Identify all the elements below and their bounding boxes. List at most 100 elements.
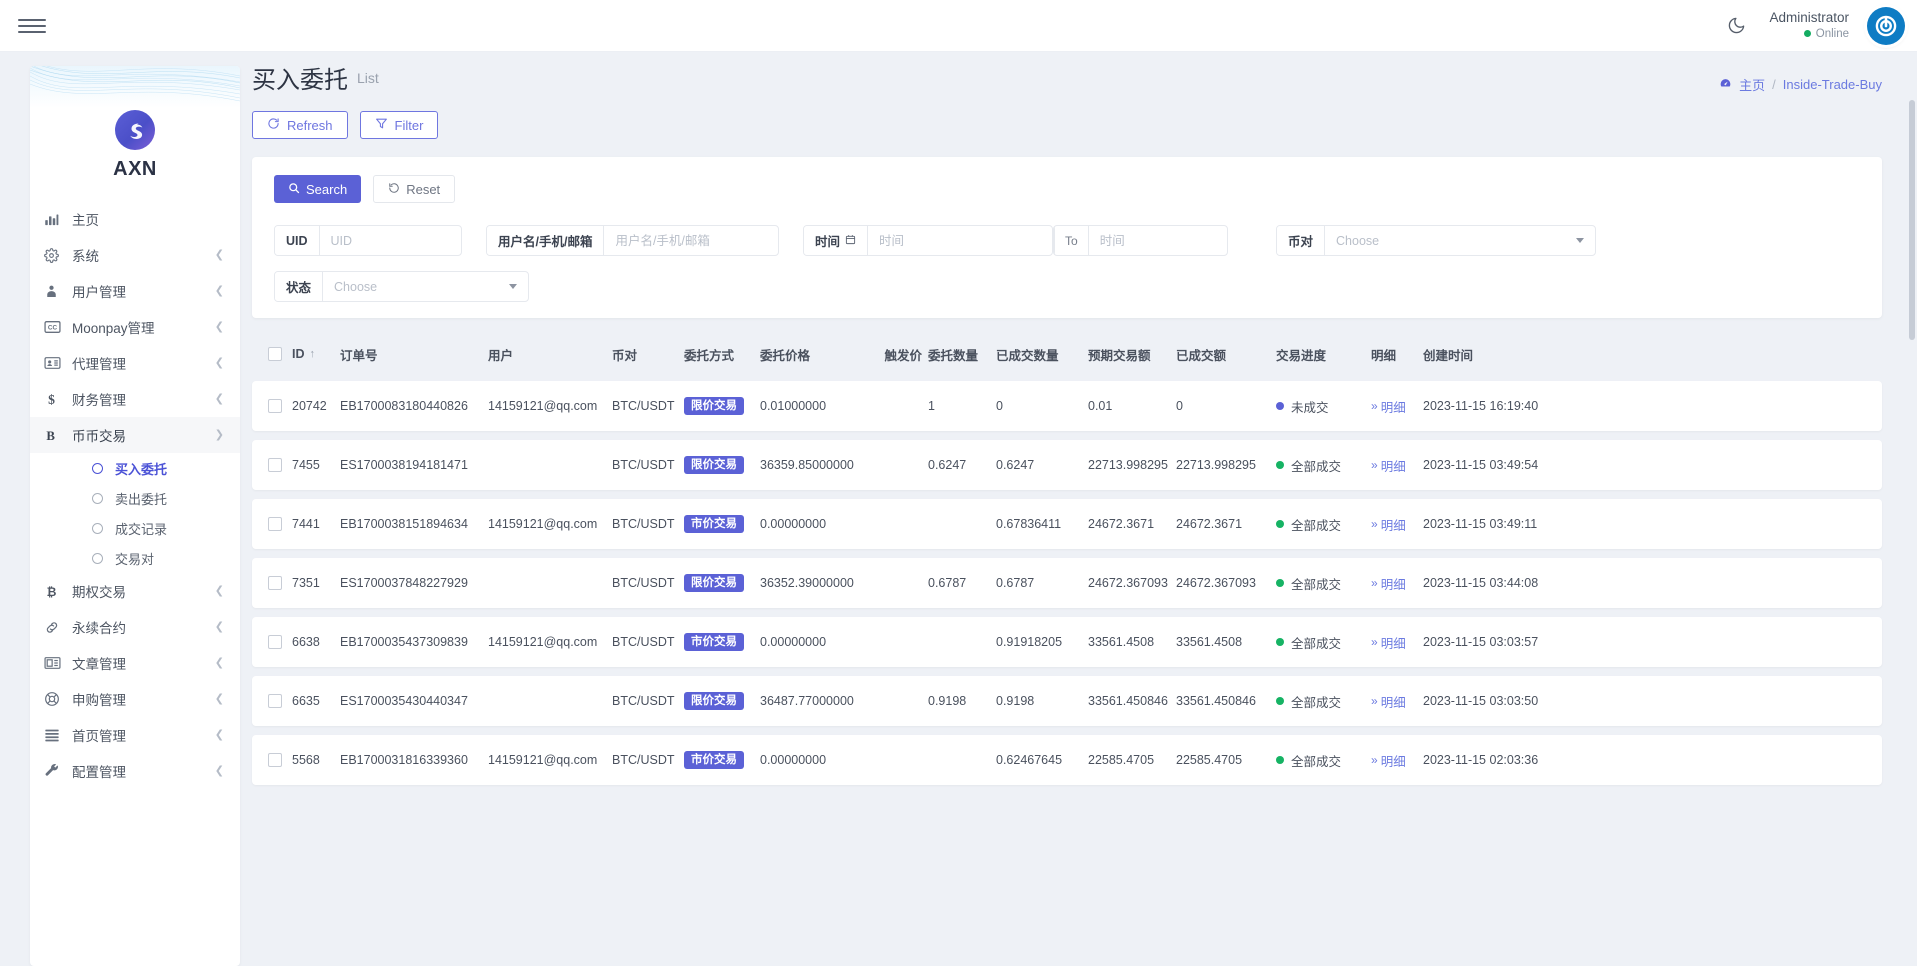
hamburger-icon[interactable] (18, 12, 46, 40)
sidebar-item-finance-management[interactable]: $ 财务管理 ❮ (30, 381, 240, 417)
row-select-cell (258, 635, 292, 649)
time-to-input[interactable] (1088, 226, 1227, 255)
sidebar-item-label: Moonpay管理 (72, 321, 155, 336)
sidebar-item-system[interactable]: 系统 ❮ (30, 237, 240, 273)
detail-link[interactable]: » 明细 (1371, 692, 1406, 711)
sidebar-subitem-buy-orders[interactable]: 买入委托 (30, 453, 240, 483)
brand-name: AXN (113, 158, 157, 180)
table-row[interactable]: 7441 EB1700038151894634 14159121@qq.com BTC… (252, 499, 1882, 549)
row-checkbox[interactable] (268, 458, 282, 472)
cell-order-qty: 0.6247 (928, 458, 967, 472)
row-checkbox[interactable] (268, 694, 282, 708)
cell-order-no: ES1700038194181471 (340, 458, 468, 472)
column-header-detail: 明细 (1371, 348, 1397, 363)
pair-select[interactable]: Choose (1325, 226, 1595, 255)
column-header-filled-amount: 已成交额 (1176, 348, 1227, 363)
row-checkbox[interactable] (268, 517, 282, 531)
sidebar-item-subscription-management[interactable]: 申购管理 ❮ (30, 681, 240, 717)
user-info[interactable]: Administrator Online (1769, 10, 1849, 41)
cell-filled-amount: 22713.998295 (1176, 458, 1256, 472)
cell-expected-amount: 22713.998295 (1088, 458, 1168, 472)
refresh-button[interactable]: Refresh (252, 111, 348, 139)
detail-link[interactable]: » 明细 (1371, 633, 1406, 652)
progress-dot-icon (1276, 697, 1284, 705)
circle-icon (92, 462, 103, 474)
detail-label: 明细 (1380, 754, 1406, 769)
wrench-icon (44, 763, 68, 779)
table-row[interactable]: 6638 EB1700035437309839 14159121@qq.com BTC… (252, 617, 1882, 667)
chevron-left-icon: ❮ (214, 620, 224, 633)
table-row[interactable]: 20742 EB1700083180440826 14159121@qq.com BT… (252, 381, 1882, 431)
sidebar-item-config-management[interactable]: 配置管理 ❮ (30, 753, 240, 789)
cell-order-price: 36487.77000000 (760, 694, 854, 708)
table-row[interactable]: 5568 EB1700031816339360 14159121@qq.com BTC… (252, 735, 1882, 785)
detail-link[interactable]: » 明细 (1371, 456, 1406, 475)
sidebar-banner-decoration (30, 66, 240, 108)
cell-user: 14159121@qq.com (488, 635, 598, 649)
reset-button-label: Reset (406, 181, 441, 197)
cell-created-at: 2023-11-15 16:19:40 (1423, 399, 1539, 413)
select-all-checkbox[interactable] (268, 347, 282, 361)
sidebar-item-moonpay-management[interactable]: CC Moonpay管理 ❮ (30, 309, 240, 345)
chevron-left-icon: ❮ (214, 284, 224, 297)
search-button[interactable]: Search (274, 175, 362, 203)
filter-label: Filter (394, 117, 424, 133)
cell-filled-qty: 0.6247 (996, 458, 1035, 472)
search-icon (288, 182, 300, 197)
cell-progress: 全部成交 (1276, 456, 1371, 475)
sidebar-item-user-management[interactable]: 用户管理 ❮ (30, 273, 240, 309)
pair-select-value: Choose (1336, 233, 1380, 248)
sidebar-item-article-management[interactable]: 文章管理 ❮ (30, 645, 240, 681)
column-header-id[interactable]: ID ↑ (292, 347, 340, 361)
filter-button[interactable]: Filter (359, 111, 439, 139)
sidebar-item-coin-trade[interactable]: B 币币交易 ❯ (30, 417, 240, 453)
table-row[interactable]: 7351 ES1700037848227929 BTC/USDT 限价交易 36352.… (252, 558, 1882, 608)
cell-filled-qty: 0.6787 (996, 576, 1035, 590)
user-input[interactable] (604, 226, 778, 255)
detail-link[interactable]: » 明细 (1371, 397, 1406, 416)
double-chevron-right-icon: » (1371, 517, 1378, 531)
funnel-icon (375, 117, 388, 133)
row-checkbox[interactable] (268, 635, 282, 649)
user-label: 用户名/手机/邮箱 (487, 226, 605, 255)
sidebar-item-agent-management[interactable]: 代理管理 ❮ (30, 345, 240, 381)
sidebar-subitem-label: 交易对 (115, 551, 155, 567)
detail-link[interactable]: » 明细 (1371, 515, 1406, 534)
moon-icon[interactable] (1721, 11, 1751, 41)
cell-filled-qty: 0.67836411 (996, 517, 1062, 531)
sidebar-item-options-trade[interactable]: ₿ 期权交易 ❮ (30, 573, 240, 609)
page-scrollbar[interactable] (1909, 100, 1915, 340)
sidebar-subitem-label: 卖出委托 (115, 491, 168, 507)
breadcrumb-home[interactable]: 主页 (1739, 75, 1765, 94)
chevron-left-icon: ❮ (214, 728, 224, 741)
progress-dot-icon (1276, 638, 1284, 646)
avatar[interactable] (1867, 6, 1905, 45)
detail-link[interactable]: » 明细 (1371, 751, 1406, 770)
row-checkbox[interactable] (268, 753, 282, 767)
uid-input[interactable] (319, 226, 452, 255)
cell-filled-amount: 24672.367093 (1176, 576, 1256, 590)
cell-filled-qty: 0.9198 (996, 694, 1035, 708)
cell-id: 7441 (292, 517, 320, 531)
detail-link[interactable]: » 明细 (1371, 574, 1406, 593)
user-status-label: Online (1815, 27, 1849, 40)
row-checkbox[interactable] (268, 576, 282, 590)
table-row[interactable]: 7455 ES1700038194181471 BTC/USDT 限价交易 36359.… (252, 440, 1882, 490)
time-from-input[interactable] (868, 226, 1039, 255)
sidebar-subitem-sell-orders[interactable]: 卖出委托 (30, 483, 240, 513)
newspaper-icon (44, 656, 68, 670)
sidebar-item-home[interactable]: 主页 (30, 201, 240, 237)
sidebar-subitem-trade-records[interactable]: 成交记录 (30, 513, 240, 543)
sidebar-item-perpetual-contract[interactable]: 永续合约 ❮ (30, 609, 240, 645)
sidebar-item-label: 配置管理 (72, 765, 126, 780)
sidebar-item-label: 财务管理 (72, 393, 126, 408)
column-header-order-price: 委托价格 (760, 348, 811, 363)
state-select[interactable]: Choose (323, 272, 528, 301)
table-row[interactable]: 6635 ES1700035430440347 BTC/USDT 限价交易 36487.… (252, 676, 1882, 726)
sidebar-subitem-trading-pairs[interactable]: 交易对 (30, 543, 240, 573)
column-header-progress: 交易进度 (1276, 348, 1327, 363)
row-checkbox[interactable] (268, 399, 282, 413)
reset-button[interactable]: Reset (373, 175, 456, 203)
table-body: 20742 EB1700083180440826 14159121@qq.com BT… (252, 381, 1882, 785)
sidebar-item-homepage-management[interactable]: 首页管理 ❮ (30, 717, 240, 753)
